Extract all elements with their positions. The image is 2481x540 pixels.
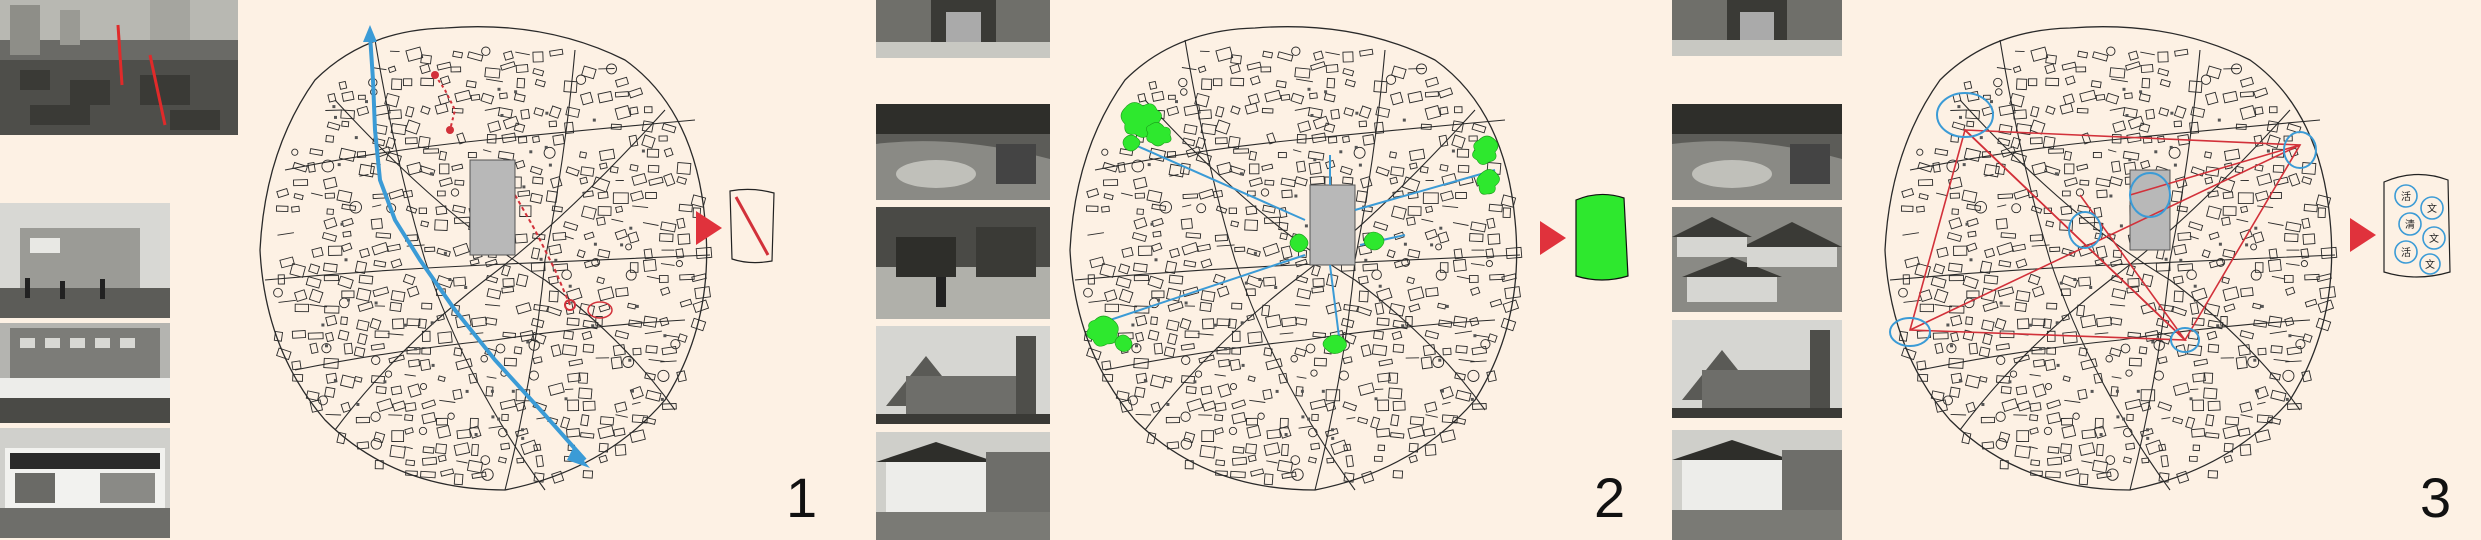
district-map-2 [1055,20,1535,500]
route-overlay-1 [363,25,613,468]
garden-photo [1672,104,1842,200]
glyph-4: 文 [2429,232,2439,245]
church-photo [876,326,1050,424]
route-overlay-2 [1086,102,1500,354]
garden-photo [876,104,1050,200]
courtyard-photo [876,432,1050,540]
route-overlay-3 [1889,92,2317,353]
street-network [1069,26,1523,491]
pavilion-photo [876,207,1050,319]
panel-number: 3 [2420,466,2452,529]
street-photo-2 [0,323,170,423]
courtyard-photo [1672,430,1842,540]
church-photo [1672,320,1842,418]
street-network [1884,26,2338,491]
red-play-arrow-icon [2350,218,2376,252]
panel-number: 1 [786,466,818,529]
glyph-2: 文 [2427,202,2437,215]
panel-number: 2 [1594,466,1626,529]
glyph-6: 文 [2425,258,2435,271]
panel-1: 1 [0,0,830,540]
aerial-photo [0,0,238,135]
green-block-icon [1575,193,1629,281]
street-photo-1 [0,203,170,318]
red-play-arrow-icon [1540,221,1566,255]
street-photo-3 [0,428,170,538]
rooftops-photo [1672,207,1842,312]
district-map-3 [1870,20,2350,500]
gate-photo [876,0,1050,58]
gate-photo [1672,0,1842,56]
glyph-3: 清 [2405,218,2415,231]
red-play-arrow-icon [696,211,722,245]
glyph-1: 活 [2401,191,2411,203]
district-map-1 [245,20,725,500]
glyph-5: 活 [2401,247,2411,259]
diagonal-line-icon [729,188,775,264]
circle-glyph-icon: 活 文 清 文 活 文 [2383,173,2451,278]
